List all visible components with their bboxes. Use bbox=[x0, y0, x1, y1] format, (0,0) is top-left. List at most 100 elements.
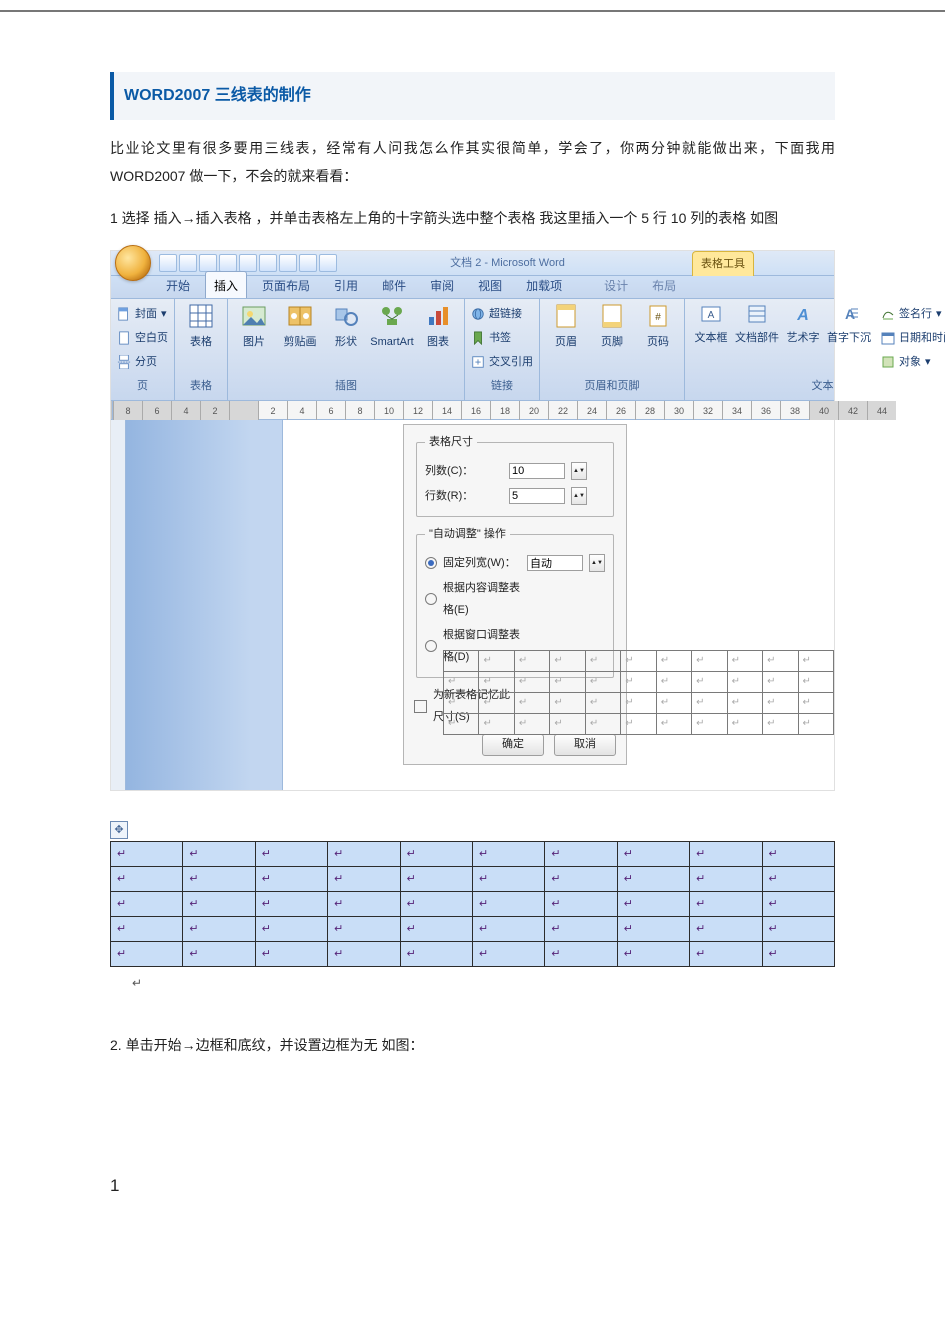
table-cell[interactable]: ↵ bbox=[479, 672, 514, 693]
vertical-ruler[interactable] bbox=[111, 420, 126, 790]
chart-button[interactable]: 图表 bbox=[418, 303, 458, 353]
table-cell[interactable]: ↵ bbox=[762, 867, 834, 892]
table-cell[interactable]: ↵ bbox=[111, 867, 183, 892]
table-cell[interactable]: ↵ bbox=[444, 714, 479, 735]
table-cell[interactable]: ↵ bbox=[328, 892, 400, 917]
horizontal-ruler[interactable]: 8642246810121416182022242628303234363840… bbox=[111, 401, 834, 420]
table-cell[interactable]: ↵ bbox=[545, 842, 617, 867]
table-cell[interactable]: ↵ bbox=[621, 693, 656, 714]
table-cell[interactable]: ↵ bbox=[255, 867, 327, 892]
table-cell[interactable]: ↵ bbox=[727, 672, 762, 693]
table-cell[interactable]: ↵ bbox=[727, 651, 762, 672]
table-cell[interactable]: ↵ bbox=[183, 942, 255, 967]
table-cell[interactable]: ↵ bbox=[617, 842, 689, 867]
table-cell[interactable]: ↵ bbox=[111, 917, 183, 942]
fit-window-radio[interactable] bbox=[425, 640, 437, 652]
table-cell[interactable]: ↵ bbox=[328, 842, 400, 867]
table-cell[interactable]: ↵ bbox=[690, 892, 762, 917]
bookmark-button[interactable]: 书签 bbox=[471, 327, 511, 349]
table-cell[interactable]: ↵ bbox=[255, 892, 327, 917]
tab-pagelayout[interactable]: 页面布局 bbox=[253, 271, 319, 298]
table-cell[interactable]: ↵ bbox=[400, 842, 472, 867]
table-cell[interactable]: ↵ bbox=[545, 867, 617, 892]
table-cell[interactable]: ↵ bbox=[585, 714, 620, 735]
table-cell[interactable]: ↵ bbox=[111, 842, 183, 867]
table-move-handle[interactable]: ✥ bbox=[110, 821, 128, 839]
table-cell[interactable]: ↵ bbox=[690, 942, 762, 967]
qat-redo-icon[interactable] bbox=[199, 254, 217, 272]
office-button[interactable] bbox=[115, 245, 151, 281]
table-cell[interactable]: ↵ bbox=[585, 651, 620, 672]
table-cell[interactable]: ↵ bbox=[762, 917, 834, 942]
table-cell[interactable]: ↵ bbox=[617, 942, 689, 967]
table-cell[interactable]: ↵ bbox=[183, 917, 255, 942]
table-cell[interactable]: ↵ bbox=[617, 867, 689, 892]
qat-icon[interactable] bbox=[259, 254, 277, 272]
table-cell[interactable]: ↵ bbox=[472, 842, 544, 867]
rows-input[interactable] bbox=[509, 488, 565, 504]
table-cell[interactable]: ↵ bbox=[400, 942, 472, 967]
table-cell[interactable]: ↵ bbox=[690, 917, 762, 942]
table-cell[interactable]: ↵ bbox=[514, 714, 549, 735]
tab-design[interactable]: 设计 bbox=[595, 271, 637, 298]
qat-icon[interactable] bbox=[319, 254, 337, 272]
tab-view[interactable]: 视图 bbox=[469, 271, 511, 298]
tab-insert[interactable]: 插入 bbox=[205, 271, 247, 298]
tab-mailings[interactable]: 邮件 bbox=[373, 271, 415, 298]
table-cell[interactable]: ↵ bbox=[545, 942, 617, 967]
qat-icon[interactable] bbox=[299, 254, 317, 272]
table-cell[interactable]: ↵ bbox=[400, 867, 472, 892]
table-cell[interactable]: ↵ bbox=[617, 917, 689, 942]
table-cell[interactable]: ↵ bbox=[545, 892, 617, 917]
table-cell[interactable]: ↵ bbox=[255, 942, 327, 967]
datetime-button[interactable]: 日期和时间 bbox=[881, 327, 945, 349]
selected-table[interactable]: ↵↵↵↵↵↵↵↵↵↵↵↵↵↵↵↵↵↵↵↵↵↵↵↵↵↵↵↵↵↵↵↵↵↵↵↵↵↵↵↵… bbox=[110, 841, 835, 967]
object-button[interactable]: 对象▾ bbox=[881, 351, 931, 373]
table-cell[interactable]: ↵ bbox=[328, 867, 400, 892]
table-cell[interactable]: ↵ bbox=[727, 693, 762, 714]
rows-spinner[interactable]: ▲▼ bbox=[571, 487, 587, 505]
table-cell[interactable]: ↵ bbox=[656, 693, 691, 714]
table-cell[interactable]: ↵ bbox=[472, 942, 544, 967]
shapes-button[interactable]: 形状 bbox=[326, 303, 366, 353]
table-cell[interactable]: ↵ bbox=[621, 651, 656, 672]
columns-input[interactable] bbox=[509, 463, 565, 479]
fixed-width-spinner[interactable]: ▲▼ bbox=[589, 554, 605, 572]
clipart-button[interactable]: 剪贴画 bbox=[280, 303, 320, 353]
table-cell[interactable]: ↵ bbox=[692, 651, 727, 672]
table-cell[interactable]: ↵ bbox=[550, 714, 585, 735]
dropcap-button[interactable]: A 首字下沉 bbox=[829, 303, 869, 349]
qat-icon[interactable] bbox=[279, 254, 297, 272]
table-cell[interactable]: ↵ bbox=[585, 693, 620, 714]
table-cell[interactable]: ↵ bbox=[514, 693, 549, 714]
table-cell[interactable]: ↵ bbox=[762, 892, 834, 917]
table-cell[interactable]: ↵ bbox=[514, 651, 549, 672]
table-cell[interactable]: ↵ bbox=[762, 942, 834, 967]
table-cell[interactable]: ↵ bbox=[692, 672, 727, 693]
remember-checkbox[interactable] bbox=[414, 700, 427, 713]
table-cell[interactable]: ↵ bbox=[585, 672, 620, 693]
table-cell[interactable]: ↵ bbox=[183, 892, 255, 917]
table-cell[interactable]: ↵ bbox=[763, 672, 798, 693]
tab-addins[interactable]: 加载项 bbox=[517, 271, 571, 298]
table-cell[interactable]: ↵ bbox=[762, 842, 834, 867]
table-cell[interactable]: ↵ bbox=[514, 672, 549, 693]
table-cell[interactable]: ↵ bbox=[656, 714, 691, 735]
hyperlink-button[interactable]: 超链接 bbox=[471, 303, 522, 325]
table-cell[interactable]: ↵ bbox=[690, 842, 762, 867]
table-cell[interactable]: ↵ bbox=[111, 942, 183, 967]
table-cell[interactable]: ↵ bbox=[183, 842, 255, 867]
table-cell[interactable]: ↵ bbox=[798, 672, 833, 693]
page-break-button[interactable]: 分页 bbox=[117, 351, 157, 373]
qat-icon[interactable] bbox=[219, 254, 237, 272]
inserted-table[interactable]: ↵↵↵↵↵↵↵↵↵↵↵↵↵↵↵↵↵↵↵↵↵↵↵↵↵↵↵↵↵↵↵↵↵↵↵↵↵↵↵↵… bbox=[443, 650, 834, 735]
columns-spinner[interactable]: ▲▼ bbox=[571, 462, 587, 480]
table-cell[interactable]: ↵ bbox=[111, 892, 183, 917]
qat-icon[interactable] bbox=[239, 254, 257, 272]
table-cell[interactable]: ↵ bbox=[763, 693, 798, 714]
table-cell[interactable]: ↵ bbox=[479, 693, 514, 714]
table-cell[interactable]: ↵ bbox=[255, 917, 327, 942]
table-cell[interactable]: ↵ bbox=[444, 693, 479, 714]
cover-page-button[interactable]: 封面▾ bbox=[117, 303, 167, 325]
tab-review[interactable]: 审阅 bbox=[421, 271, 463, 298]
